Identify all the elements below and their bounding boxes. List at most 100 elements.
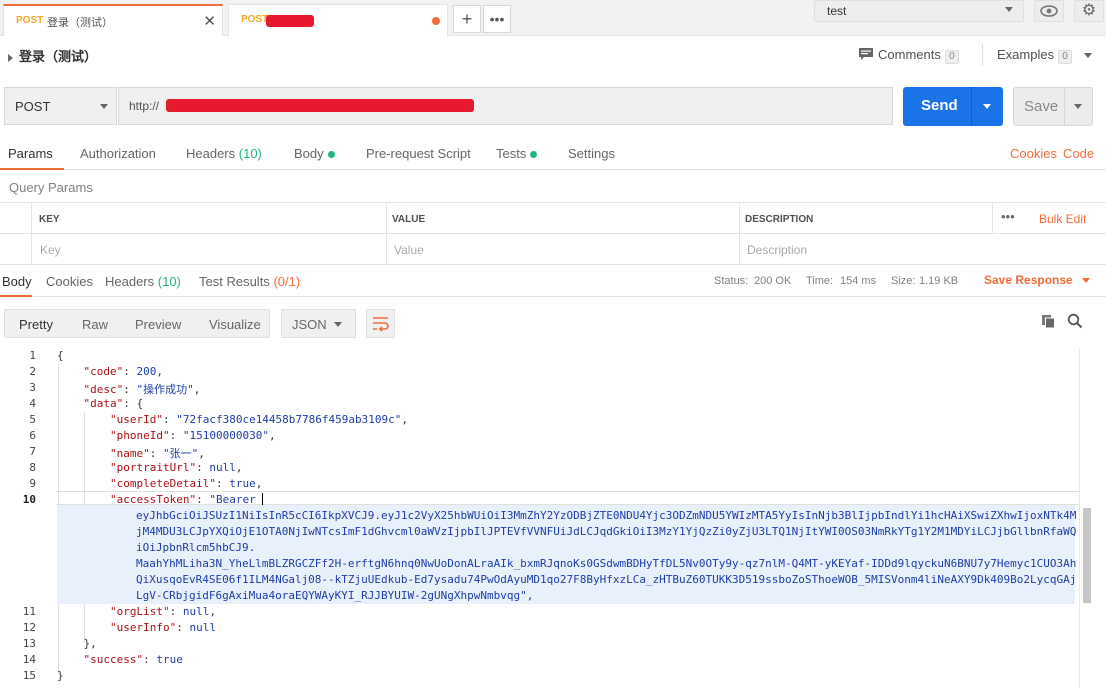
name-value: "张一" <box>162 447 199 460</box>
chevron-down-icon <box>1083 53 1092 59</box>
preview-button[interactable]: Preview <box>135 317 181 332</box>
chevron-down-icon[interactable] <box>1074 104 1082 109</box>
request-name[interactable]: 登录（测试） <box>8 46 97 65</box>
format-select[interactable]: JSON <box>281 309 356 338</box>
key-input[interactable]: Key <box>40 243 61 257</box>
line-number: 2 <box>29 365 36 378</box>
divider <box>1064 88 1065 125</box>
desc-value: "操作成功" <box>136 383 194 396</box>
line-number: 15 <box>22 669 36 682</box>
active-tab-indicator <box>0 168 64 170</box>
chevron-down-icon[interactable] <box>983 104 991 109</box>
status-label: Status: <box>714 275 749 287</box>
request-name-label: 登录（测试） <box>19 49 98 64</box>
code-line: }, <box>57 637 97 650</box>
tab-redacted[interactable]: POST <box>228 4 448 36</box>
tab-authorization[interactable]: Authorization <box>80 146 156 161</box>
code-line: "accessToken": "Bearer <box>109 493 264 506</box>
environment-select[interactable]: test <box>814 0 1024 22</box>
token-line: eyJhbGciOiJSUzI1NiIsInR5cCI6IkpXVCJ9.eyJ… <box>136 509 1077 522</box>
chevron-down-icon <box>100 104 108 109</box>
request-tab-bar: POST 登录（测试） ✕ POST + ••• test ⚙ <box>0 0 1106 36</box>
tab-login-test[interactable]: POST 登录（测试） ✕ <box>3 4 223 36</box>
active-tab-indicator <box>0 295 32 297</box>
code-line: "userId": "72facf380ce14458b7786f459ab31… <box>109 413 409 426</box>
raw-button[interactable]: Raw <box>82 317 108 332</box>
wrap-lines-button[interactable] <box>366 309 395 338</box>
tab-response-body[interactable]: Body <box>2 274 32 289</box>
code-line: "desc": "操作成功", <box>83 383 201 396</box>
send-button[interactable]: Send <box>903 87 1003 126</box>
time-value[interactable]: 154 ms <box>840 275 876 287</box>
close-icon[interactable]: ✕ <box>203 12 216 30</box>
token-line: QiXusqoEvR4SE06f1ILM4NGalj08--kTZjuUEdku… <box>136 573 1077 586</box>
environment-value: test <box>827 4 847 18</box>
cookies-link[interactable]: Cookies <box>1010 146 1057 161</box>
tab-prerequest-script[interactable]: Pre-request Script <box>366 146 471 161</box>
copy-icon[interactable] <box>1041 314 1056 329</box>
more-tabs-button[interactable]: ••• <box>483 5 511 33</box>
size-value[interactable]: 1.19 KB <box>919 275 958 287</box>
line-number: 6 <box>29 429 36 442</box>
code-line: "code": 200, <box>83 365 164 378</box>
time-label: Time: <box>806 275 834 287</box>
size-label: Size: <box>891 275 916 287</box>
token-line: MaahYhMLiha3N_YheLlmBLZRGCZFf2H-erftgN6h… <box>136 557 1077 570</box>
new-tab-button[interactable]: + <box>453 5 481 33</box>
bulk-edit-link[interactable]: Bulk Edit <box>1039 212 1086 226</box>
more-options-icon[interactable]: ••• <box>1001 209 1015 224</box>
query-params-title: Query Params <box>9 180 93 195</box>
success-value: true <box>156 653 183 666</box>
divider <box>992 203 993 234</box>
response-headers-count: (10) <box>157 274 181 289</box>
code-link[interactable]: Code <box>1063 146 1094 161</box>
tab-body[interactable]: Body <box>294 146 335 161</box>
value-input[interactable]: Value <box>394 243 424 257</box>
wrap-icon <box>373 317 389 332</box>
status-value[interactable]: 200 OK <box>754 275 791 287</box>
comments-button[interactable]: Comments 0 <box>858 47 959 64</box>
col-description: DESCRIPTION <box>745 214 814 225</box>
code-line: "data": { <box>83 397 144 410</box>
method-value: POST <box>15 99 51 114</box>
save-button[interactable]: Save <box>1013 87 1093 126</box>
token-line: iOiJpbnRlcm5hbCJ9. <box>136 541 256 554</box>
phoneid-value: "15100000030" <box>182 429 269 442</box>
line-number: 12 <box>22 621 36 634</box>
tab-response-cookies[interactable]: Cookies <box>46 274 93 289</box>
chevron-down-icon <box>1005 7 1013 12</box>
divider <box>971 87 972 126</box>
tab-headers[interactable]: Headers (10) <box>186 146 262 161</box>
params-table: KEY VALUE DESCRIPTION ••• Bulk Edit Key … <box>0 202 1106 265</box>
test-results-count: (0/1) <box>273 274 301 289</box>
code-line: "completeDetail": true, <box>109 477 263 490</box>
tab-tests[interactable]: Tests <box>496 146 538 161</box>
save-label: Save <box>1024 98 1059 115</box>
tab-params[interactable]: Params <box>8 146 53 161</box>
response-body-editor[interactable]: 1 2 3 4 5 6 7 8 9 10 11 12 13 14 15 { "c… <box>0 348 1106 688</box>
send-label: Send <box>921 97 958 114</box>
search-icon[interactable] <box>1067 313 1083 329</box>
line-number: 14 <box>22 653 36 666</box>
scrollbar-thumb[interactable] <box>1083 508 1091 603</box>
pretty-button[interactable]: Pretty <box>19 317 53 332</box>
gear-icon[interactable]: ⚙ <box>1074 0 1104 22</box>
save-response-button[interactable]: Save Response <box>984 273 1090 287</box>
description-input[interactable]: Description <box>747 243 807 257</box>
line-number: 5 <box>29 413 36 426</box>
visualize-button[interactable]: Visualize <box>209 317 261 332</box>
divider <box>982 44 983 66</box>
tab-test-results[interactable]: Test Results (0/1) <box>199 274 300 289</box>
environment-quick-look-button[interactable] <box>1034 0 1064 22</box>
tab-response-headers-label: Headers <box>105 274 155 289</box>
method-select[interactable]: POST <box>4 87 117 125</box>
tab-settings[interactable]: Settings <box>568 146 615 161</box>
url-input[interactable]: http:// <box>118 87 893 125</box>
examples-button[interactable]: Examples 0 <box>997 47 1092 64</box>
tab-response-headers[interactable]: Headers (10) <box>105 274 181 289</box>
code-line: "portraitUrl": null, <box>109 461 243 474</box>
response-tabs: Body Cookies Headers (10) Test Results (… <box>0 265 1106 297</box>
token-line: LgV-CRbjgidF6gAxiMua4oraEQYWAyKYI_RJJBYU… <box>136 589 534 602</box>
line-number: 7 <box>29 445 36 458</box>
line-number: 10 <box>22 493 36 506</box>
